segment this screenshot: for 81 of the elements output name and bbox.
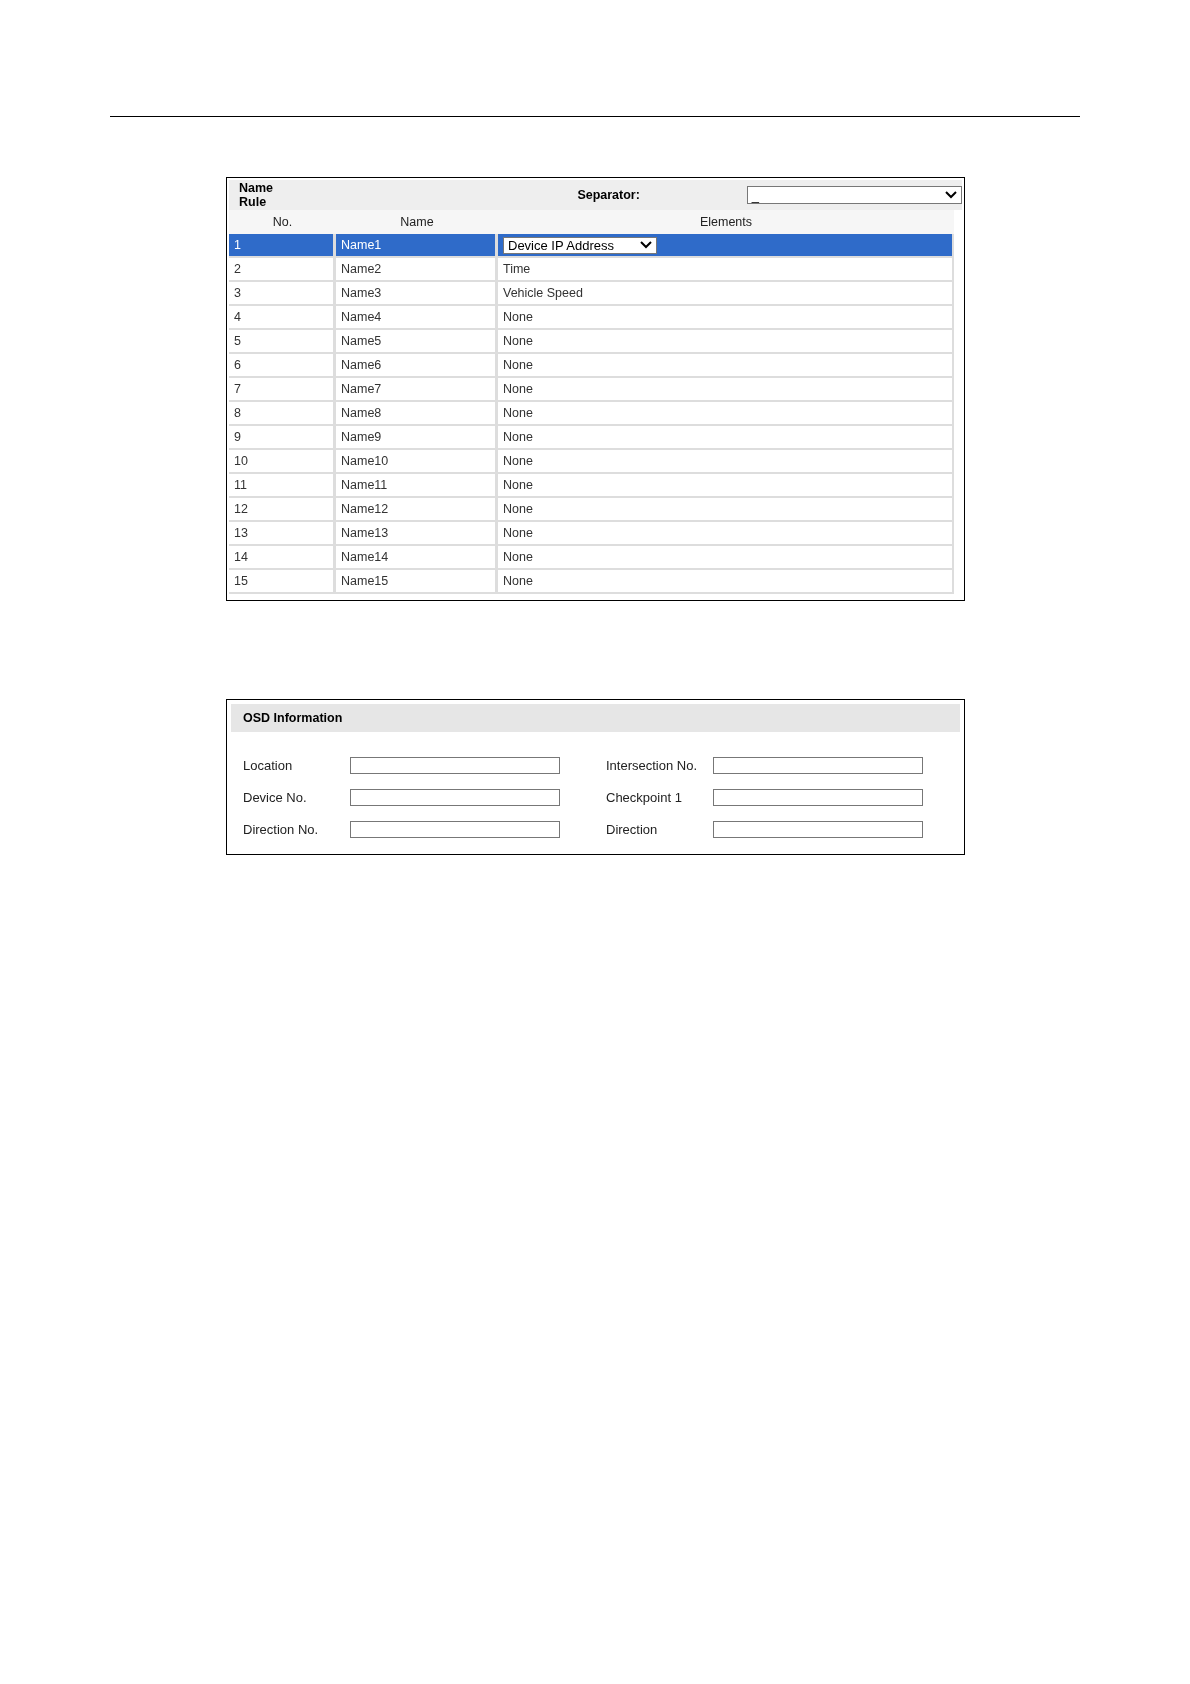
table-cell: Name9 bbox=[336, 426, 498, 448]
table-row[interactable]: 3 Name3 Vehicle Speed bbox=[229, 282, 954, 306]
table-cell: None bbox=[503, 502, 533, 516]
table-cell: 9 bbox=[229, 426, 336, 448]
table-row[interactable]: 1 Name1 Device IP Address bbox=[229, 234, 954, 258]
table-cell: 7 bbox=[229, 378, 336, 400]
table-cell: None bbox=[503, 334, 533, 348]
table-row[interactable]: 9 Name9 None bbox=[229, 426, 954, 450]
table-row[interactable]: 14 Name14 None bbox=[229, 546, 954, 570]
table-cell: 5 bbox=[229, 330, 336, 352]
table-cell: None bbox=[503, 550, 533, 564]
chevron-down-icon bbox=[640, 241, 652, 249]
table-cell: None bbox=[503, 454, 533, 468]
table-row[interactable]: 15 Name15 None bbox=[229, 570, 954, 594]
table-cell: 2 bbox=[229, 258, 336, 280]
table-cell: Name15 bbox=[336, 570, 498, 592]
input-field[interactable] bbox=[713, 757, 923, 774]
panel-title: Name Rule bbox=[239, 181, 275, 209]
separator-dropdown[interactable]: _ bbox=[746, 186, 962, 204]
field-label: Checkpoint 1 bbox=[606, 790, 683, 805]
table-row[interactable]: 10 Name10 None bbox=[229, 450, 954, 474]
table-cell: Name5 bbox=[336, 330, 498, 352]
chevron-down-icon bbox=[945, 191, 957, 199]
table-cell: None bbox=[503, 526, 533, 540]
table-cell: 4 bbox=[229, 306, 336, 328]
table-cell: Name1 bbox=[336, 234, 498, 256]
element-dropdown[interactable]: Device IP Address bbox=[503, 236, 657, 254]
table-cell: Name13 bbox=[336, 522, 498, 544]
table-cell: None bbox=[503, 406, 533, 420]
table-cell: 12 bbox=[229, 498, 336, 520]
table-cell: Time bbox=[503, 262, 531, 276]
table-cell: None bbox=[503, 358, 533, 372]
field-label: Device No. bbox=[243, 790, 308, 805]
table-row[interactable]: 12 Name12 None bbox=[229, 498, 954, 522]
table-cell: 13 bbox=[229, 522, 336, 544]
field-label: Intersection No. bbox=[606, 758, 699, 773]
field-label: Direction bbox=[606, 822, 659, 837]
table-cell: Name14 bbox=[336, 546, 498, 568]
table-cell: Name10 bbox=[336, 450, 498, 472]
table-cell: 3 bbox=[229, 282, 336, 304]
table-cell: 10 bbox=[229, 450, 336, 472]
table-row[interactable]: 8 Name8 None bbox=[229, 402, 954, 426]
table-cell: 1 bbox=[229, 234, 336, 256]
table-row[interactable]: 7 Name7 None bbox=[229, 378, 954, 402]
table-cell: Name7 bbox=[336, 378, 498, 400]
column-header: No. bbox=[271, 215, 294, 229]
table-cell: 6 bbox=[229, 354, 336, 376]
table-cell: None bbox=[503, 574, 533, 588]
table-row[interactable]: 2 Name2 Time bbox=[229, 258, 954, 282]
input-field[interactable] bbox=[350, 789, 560, 806]
table-cell: Name8 bbox=[336, 402, 498, 424]
column-header: Elements bbox=[698, 215, 754, 229]
input-field[interactable] bbox=[713, 821, 923, 838]
table-cell: None bbox=[503, 478, 533, 492]
table-row[interactable]: 11 Name11 None bbox=[229, 474, 954, 498]
panel-title: OSD Information bbox=[243, 711, 343, 725]
table-row[interactable]: 13 Name13 None bbox=[229, 522, 954, 546]
table-cell: 14 bbox=[229, 546, 336, 568]
separator-label: Separator: bbox=[577, 188, 641, 202]
table-cell: Name6 bbox=[336, 354, 498, 376]
table-cell: None bbox=[503, 310, 533, 324]
table-cell: Name4 bbox=[336, 306, 498, 328]
table-cell: Vehicle Speed bbox=[503, 286, 583, 300]
table-cell: 8 bbox=[229, 402, 336, 424]
table-row[interactable]: 5 Name5 None bbox=[229, 330, 954, 354]
table-cell: 11 bbox=[229, 474, 336, 496]
table-cell: Name2 bbox=[336, 258, 498, 280]
table-cell: 15 bbox=[229, 570, 336, 592]
input-field[interactable] bbox=[350, 757, 560, 774]
table-cell: Name12 bbox=[336, 498, 498, 520]
input-field[interactable] bbox=[713, 789, 923, 806]
column-header: Name bbox=[399, 215, 435, 229]
table-cell: None bbox=[503, 430, 533, 444]
table-row[interactable]: 6 Name6 None bbox=[229, 354, 954, 378]
field-label: Direction No. bbox=[243, 822, 320, 837]
table-cell: Name11 bbox=[336, 474, 498, 496]
table-row[interactable]: 4 Name4 None bbox=[229, 306, 954, 330]
input-field[interactable] bbox=[350, 821, 560, 838]
table-cell: Name3 bbox=[336, 282, 498, 304]
table-cell: None bbox=[503, 382, 533, 396]
field-label: Location bbox=[243, 758, 294, 773]
